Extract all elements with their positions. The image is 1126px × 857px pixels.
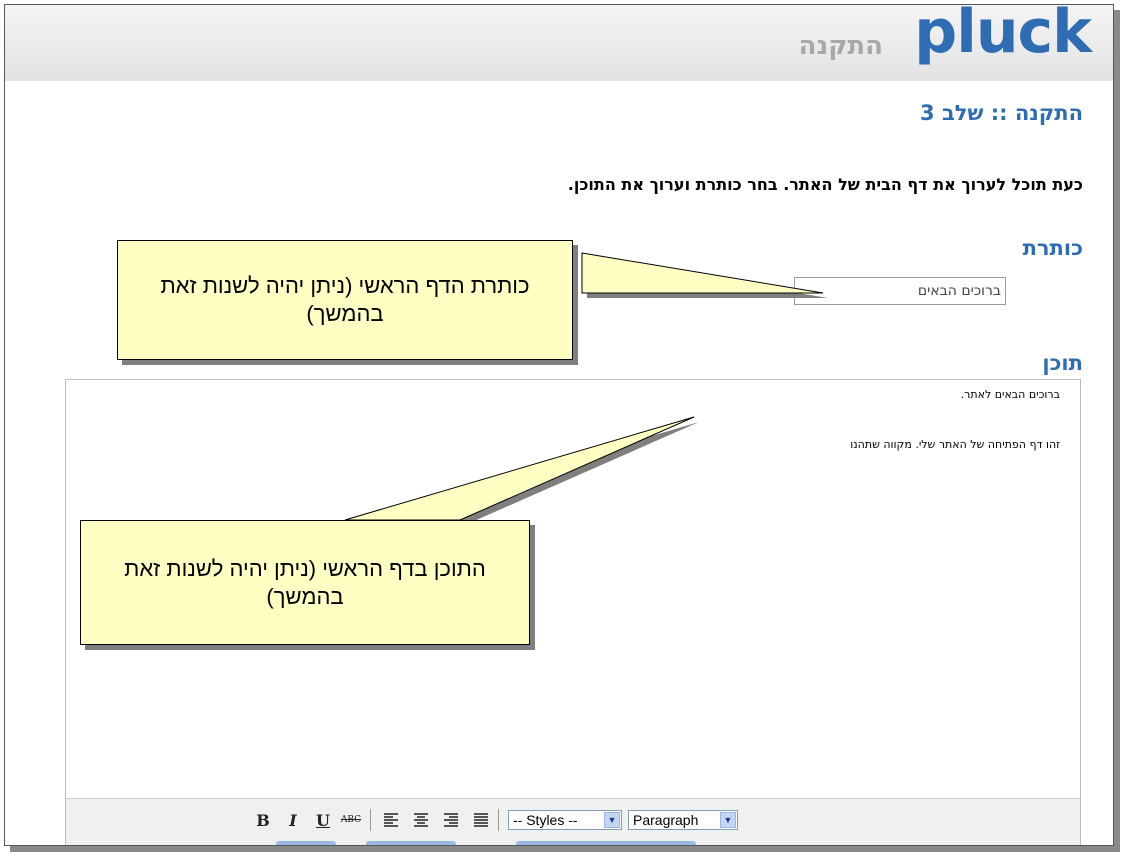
align-justify-icon[interactable] xyxy=(470,809,492,831)
chevron-down-icon: ▼ xyxy=(604,812,620,828)
underline-button[interactable]: U xyxy=(312,809,334,831)
content-callout: התוכן בדף הראשי (ניתן יהיה לשנות זאת בהמ… xyxy=(80,520,530,645)
installer-window: התקנה pluck התקנה :: שלב 3 כעת תוכל לערו… xyxy=(4,4,1114,846)
chevron-down-icon: ▼ xyxy=(720,812,736,828)
pluck-logo: pluck xyxy=(914,4,1092,67)
strikethrough-button[interactable]: ABC xyxy=(340,809,362,831)
toolbar-separator xyxy=(498,809,499,831)
styles-select-value: -- Styles -- xyxy=(513,812,578,828)
format-select-value: Paragraph xyxy=(633,812,699,828)
editor-line-2: זהו דף הפתיחה של האתר שלי. מקווה שתהנו xyxy=(850,438,1060,451)
toolbar-row-2-icons[interactable] xyxy=(366,841,456,845)
align-center-icon[interactable] xyxy=(410,809,432,831)
toolbar-separator xyxy=(370,809,371,831)
italic-button[interactable]: I xyxy=(282,809,304,831)
content-label: תוכן xyxy=(1042,351,1083,375)
styles-select[interactable]: -- Styles -- ▼ xyxy=(508,810,622,830)
format-select[interactable]: Paragraph ▼ xyxy=(628,810,738,830)
align-right-icon[interactable] xyxy=(440,809,462,831)
page-title: התקנה :: שלב 3 xyxy=(920,101,1083,125)
editor-toolbar: B I U ABC -- Styles -- ▼ Paragraph ▼ xyxy=(66,798,1080,845)
header-bar: התקנה pluck xyxy=(5,5,1113,81)
editor-line-1: ברוכים הבאים לאתר. xyxy=(960,388,1060,401)
toolbar-row-2-icons[interactable] xyxy=(276,841,336,845)
title-label: כותרת xyxy=(1022,236,1083,260)
toolbar-row-2-icons[interactable] xyxy=(516,841,696,845)
title-callout: כותרת הדף הראשי (ניתן יהיה לשנות זאת בהמ… xyxy=(117,240,573,360)
header-subtitle: התקנה xyxy=(798,31,883,61)
align-left-icon[interactable] xyxy=(380,809,402,831)
bold-button[interactable]: B xyxy=(252,809,274,831)
instructions-text: כעת תוכל לערוך את דף הבית של האתר. בחר כ… xyxy=(567,175,1083,194)
title-input[interactable] xyxy=(794,277,1006,305)
